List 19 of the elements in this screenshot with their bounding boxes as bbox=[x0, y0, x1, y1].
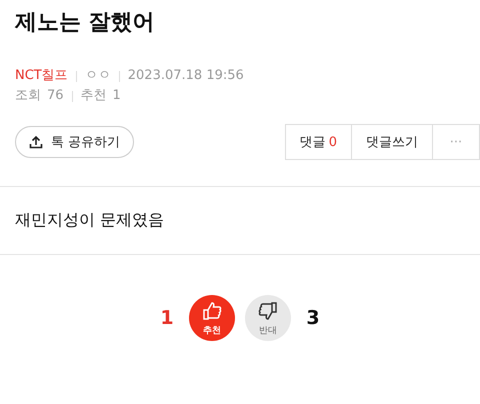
post-body: 재민지성이 문제였음 bbox=[14, 209, 166, 231]
upvote-button[interactable]: 추천 bbox=[189, 295, 235, 341]
author-name[interactable]: NCT칠프 bbox=[15, 66, 68, 86]
author-tag: ㅇㅇ bbox=[84, 66, 111, 86]
views-count: 76 bbox=[47, 87, 64, 105]
post-title: 제노는 잘했어 bbox=[14, 9, 156, 37]
thumbs-up-icon bbox=[201, 300, 223, 322]
post-date: 2023.07.18 19:56 bbox=[128, 67, 244, 85]
write-comment-button[interactable]: 댓글쓰기 bbox=[351, 124, 433, 160]
recommend-count: 1 bbox=[112, 87, 121, 105]
upload-icon bbox=[29, 135, 43, 149]
thumbs-down-icon bbox=[257, 300, 279, 322]
views-label: 조회 bbox=[15, 87, 41, 105]
share-button[interactable]: 톡 공유하기 bbox=[15, 126, 134, 158]
downvote-button[interactable]: 반대 bbox=[245, 295, 291, 341]
downvote-count: 3 bbox=[305, 307, 321, 329]
upvote-count: 1 bbox=[159, 307, 175, 329]
comments-button[interactable]: 댓글 0 bbox=[284, 124, 352, 160]
recommend-label: 추천 bbox=[80, 87, 107, 105]
